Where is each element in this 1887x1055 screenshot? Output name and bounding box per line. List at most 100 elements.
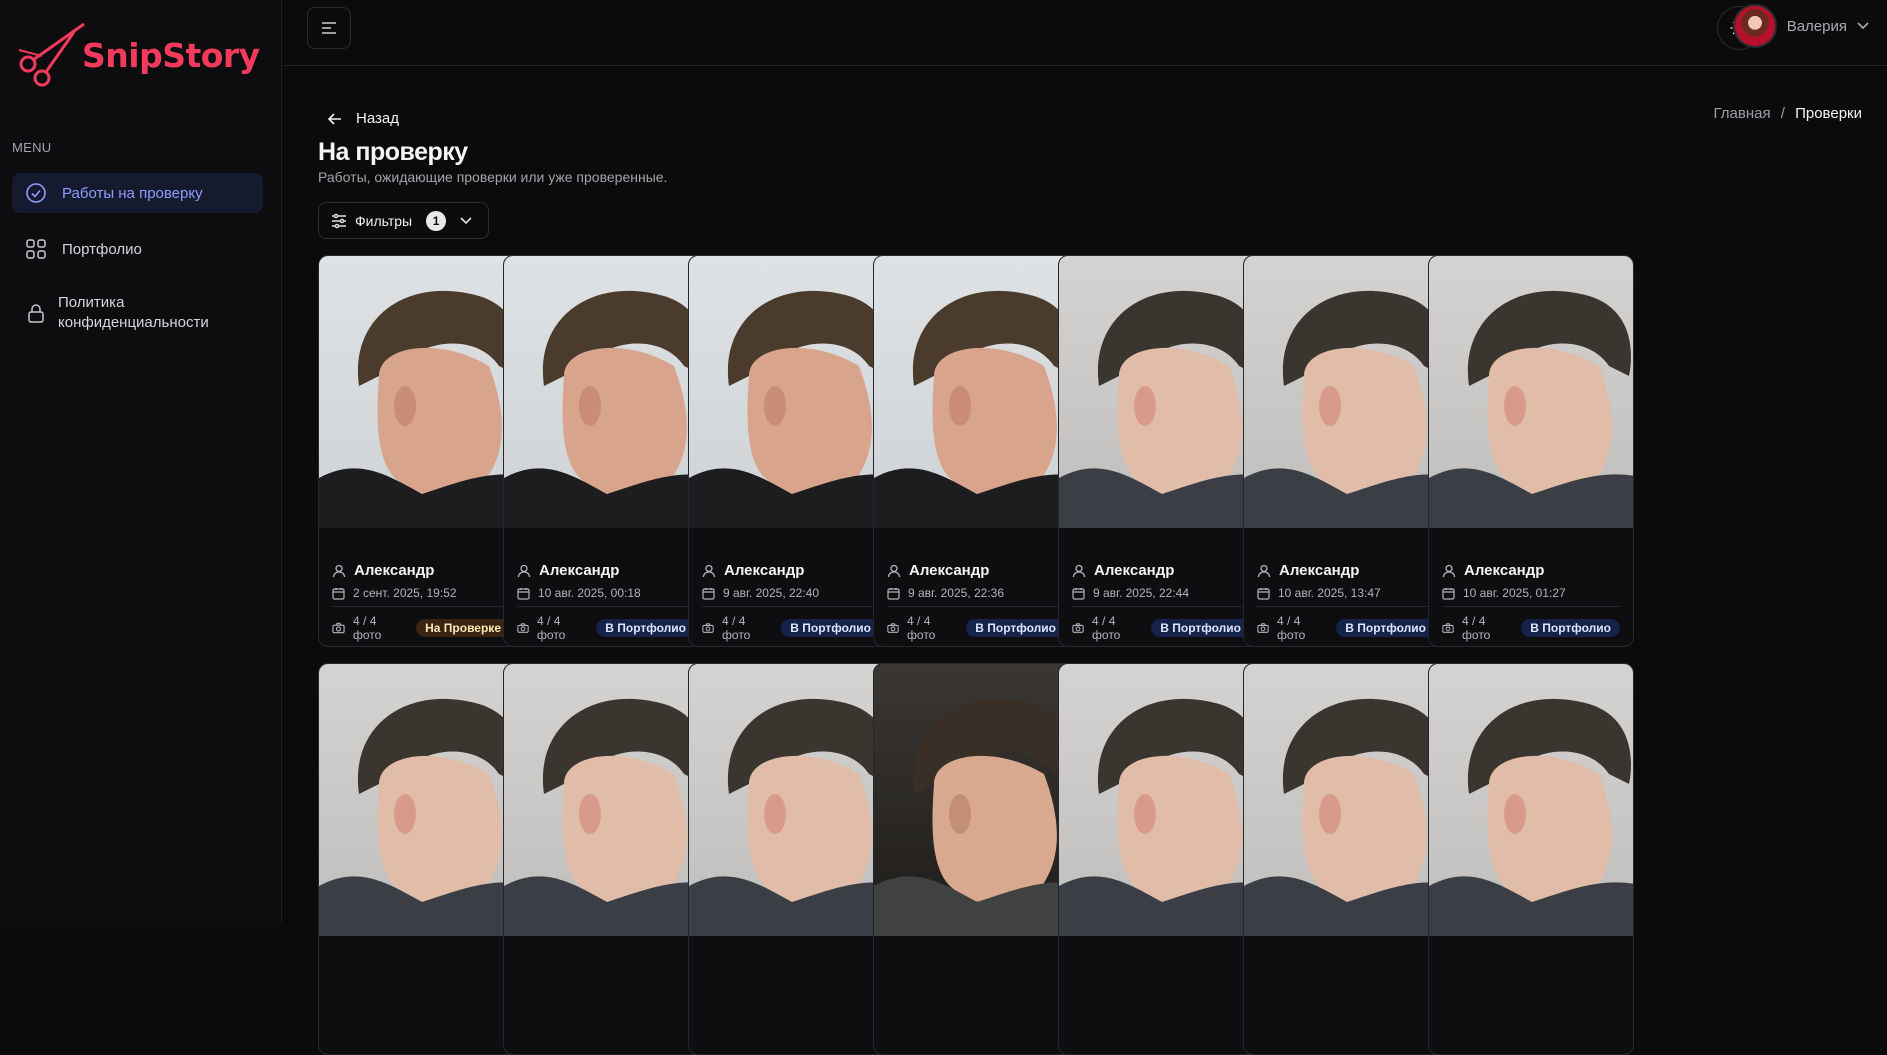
work-card[interactable] xyxy=(688,663,894,1055)
client-name: Александр xyxy=(1094,562,1175,579)
card-date: 10 авг. 2025, 13:47 xyxy=(1278,586,1381,600)
work-card[interactable]: Александр 10 авг. 2025, 01:27 4 / 4 фото В … xyxy=(1428,255,1634,647)
work-card[interactable] xyxy=(873,663,1079,1055)
card-info: Александр 10 авг. 2025, 01:27 4 / 4 фото В … xyxy=(1442,562,1620,642)
calendar-icon xyxy=(702,587,715,600)
haircut-photo[interactable] xyxy=(319,664,523,936)
haircut-photo[interactable] xyxy=(504,256,708,528)
sidebar-item-label: Портфолио xyxy=(62,240,142,258)
sidebar-item-reviews[interactable]: Работы на проверку xyxy=(12,173,263,213)
card-date: 9 авг. 2025, 22:44 xyxy=(1093,586,1190,600)
work-card[interactable] xyxy=(1243,663,1449,1055)
card-date: 2 сент. 2025, 19:52 xyxy=(353,586,457,600)
sidebar-item-label: Работы на проверку xyxy=(62,184,203,202)
back-label: Назад xyxy=(356,110,399,127)
status-badge: В Портфолио xyxy=(1521,619,1620,637)
profile-silhouette xyxy=(319,290,523,528)
breadcrumb-current: Проверки xyxy=(1795,105,1862,122)
work-card[interactable]: Александр 9 авг. 2025, 22:40 4 / 4 фото В П… xyxy=(688,255,894,647)
work-card[interactable] xyxy=(318,663,524,1055)
status-badge: В Портфолио xyxy=(1336,619,1435,637)
card-info: Александр 9 авг. 2025, 22:44 4 / 4 фото В П… xyxy=(1072,562,1250,642)
work-card[interactable]: Александр 9 авг. 2025, 22:36 4 / 4 фото В П… xyxy=(873,255,1079,647)
user-name: Валерия xyxy=(1786,17,1847,35)
client-name: Александр xyxy=(354,562,435,579)
client-name: Александр xyxy=(539,562,620,579)
haircut-photo[interactable] xyxy=(1244,256,1448,528)
photo-count: 4 / 4 фото xyxy=(1462,614,1491,642)
haircut-photo[interactable] xyxy=(874,256,1078,528)
haircut-photo[interactable] xyxy=(689,256,893,528)
user-icon xyxy=(517,564,531,577)
profile-silhouette xyxy=(689,698,893,936)
photo-count: 4 / 4 фото xyxy=(907,614,936,642)
arrow-left-icon xyxy=(328,112,341,125)
calendar-icon xyxy=(1442,587,1455,600)
photo-count: 4 / 4 фото xyxy=(1092,614,1121,642)
camera-icon xyxy=(1072,623,1084,633)
haircut-photo[interactable] xyxy=(689,664,893,936)
status-badge: В Портфолио xyxy=(966,619,1065,637)
profile-silhouette xyxy=(874,290,1078,528)
haircut-photo[interactable] xyxy=(319,256,523,528)
sliders-icon xyxy=(332,213,346,228)
card-date: 9 авг. 2025, 22:36 xyxy=(908,586,1005,600)
photo-count: 4 / 4 фото xyxy=(537,614,566,642)
user-menu[interactable]: Валерия xyxy=(1732,4,1869,48)
sidebar-item-label: Политика конфиденциальности xyxy=(58,294,209,331)
profile-silhouette xyxy=(319,698,523,936)
user-icon xyxy=(702,564,716,577)
user-icon xyxy=(332,564,346,577)
card-info: Александр 10 авг. 2025, 00:18 4 / 4 фото В … xyxy=(517,562,695,642)
profile-silhouette xyxy=(504,698,708,936)
menu-label: MENU xyxy=(12,140,52,155)
top-bar: Валерия xyxy=(283,0,1887,66)
breadcrumb-home[interactable]: Главная xyxy=(1713,105,1770,122)
chevron-down-icon xyxy=(1857,22,1869,30)
work-card[interactable]: Александр 9 авг. 2025, 22:44 4 / 4 фото В П… xyxy=(1058,255,1264,647)
page-subtitle: Работы, ожидающие проверки или уже прове… xyxy=(318,169,668,185)
camera-icon xyxy=(1442,623,1454,633)
status-badge: В Портфолио xyxy=(1151,619,1250,637)
photo-count: 4 / 4 фото xyxy=(722,614,751,642)
haircut-photo[interactable] xyxy=(1429,256,1633,528)
menu-toggle-button[interactable] xyxy=(307,7,351,49)
haircut-photo[interactable] xyxy=(1244,664,1448,936)
app-logo[interactable]: SnipStory xyxy=(16,20,260,90)
sidebar-item-portfolio[interactable]: Портфолио xyxy=(12,229,263,269)
card-info: Александр 10 авг. 2025, 13:47 4 / 4 фото В … xyxy=(1257,562,1435,642)
client-name: Александр xyxy=(1464,562,1545,579)
client-name: Александр xyxy=(724,562,805,579)
profile-silhouette xyxy=(1244,290,1448,528)
haircut-photo[interactable] xyxy=(1429,664,1633,936)
user-icon xyxy=(1442,564,1456,577)
chevron-down-icon xyxy=(460,216,472,224)
check-circle-icon xyxy=(24,181,48,205)
work-card[interactable] xyxy=(503,663,709,1055)
filters-button[interactable]: Фильтры 1 xyxy=(318,202,489,239)
camera-icon xyxy=(332,622,345,634)
work-card[interactable] xyxy=(1428,663,1634,1055)
work-card[interactable]: Александр 10 авг. 2025, 00:18 4 / 4 фото В … xyxy=(503,255,709,647)
haircut-photo[interactable] xyxy=(874,664,1078,936)
calendar-icon xyxy=(517,587,530,600)
breadcrumb: Главная / Проверки xyxy=(1713,105,1862,122)
work-card[interactable]: Александр 10 авг. 2025, 13:47 4 / 4 фото В … xyxy=(1243,255,1449,647)
breadcrumb-separator: / xyxy=(1780,105,1785,122)
card-info: Александр 2 сент. 2025, 19:52 4 / 4 фото На… xyxy=(332,562,510,642)
avatar xyxy=(1732,4,1777,48)
user-icon xyxy=(1072,564,1086,577)
work-card[interactable] xyxy=(1058,663,1264,1055)
status-badge: В Портфолио xyxy=(781,619,880,637)
user-icon xyxy=(1257,564,1271,577)
camera-icon xyxy=(887,623,899,633)
camera-icon xyxy=(517,623,529,633)
haircut-photo[interactable] xyxy=(1059,256,1263,528)
work-card[interactable]: Александр 2 сент. 2025, 19:52 4 / 4 фото На… xyxy=(318,255,524,647)
haircut-photo[interactable] xyxy=(1059,664,1263,936)
back-button[interactable]: Назад xyxy=(328,110,399,127)
card-date: 10 авг. 2025, 00:18 xyxy=(538,586,641,600)
sidebar-item-privacy[interactable]: Политика конфиденциальности xyxy=(12,290,263,336)
calendar-icon xyxy=(332,587,345,600)
haircut-photo[interactable] xyxy=(504,664,708,936)
